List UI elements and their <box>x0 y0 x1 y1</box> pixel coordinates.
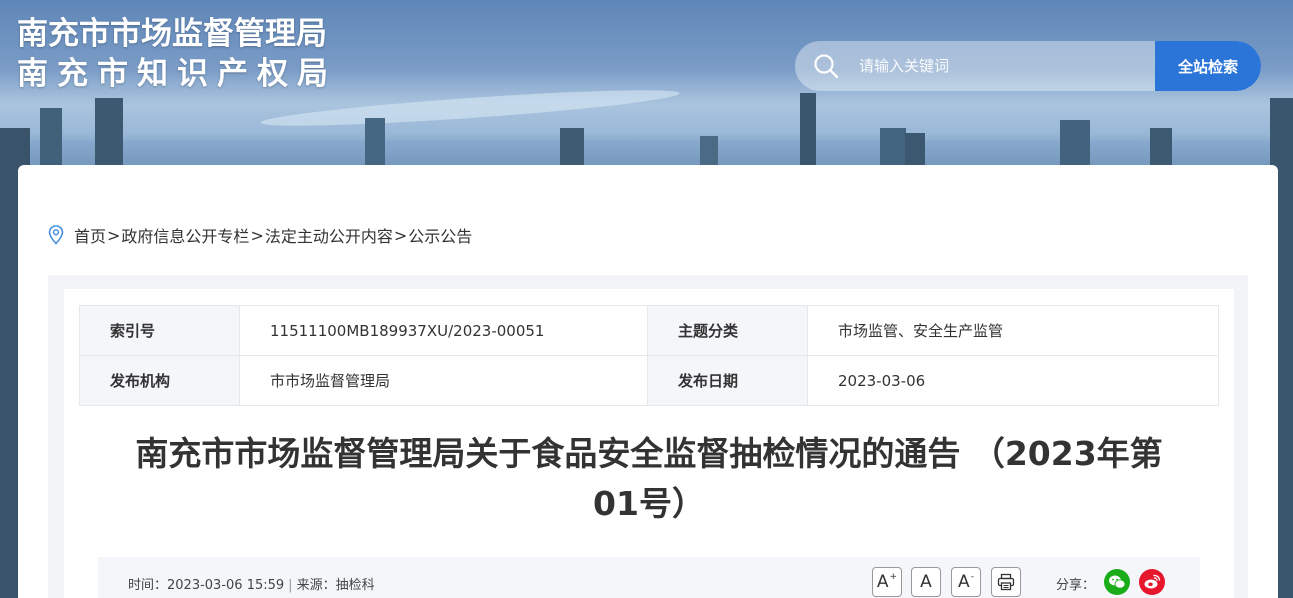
table-row: 发布机构 市市场监督管理局 发布日期 2023-03-06 <box>79 355 1219 406</box>
breadcrumb-announcements[interactable]: 公示公告 <box>408 223 472 247</box>
breadcrumb-separator: > <box>250 225 264 245</box>
search-box: 全站检索 <box>795 41 1261 91</box>
source-label: 来源： <box>296 578 336 593</box>
font-smaller-sup: - <box>970 572 974 582</box>
font-smaller-button[interactable]: A- <box>951 567 981 597</box>
meta-value-topic: 市场监管、安全生产监管 <box>807 305 1219 356</box>
font-normal-button[interactable]: A <box>911 567 941 597</box>
font-larger-sup: + <box>889 572 898 582</box>
meta-key-publish-date: 发布日期 <box>647 355 808 406</box>
site-title[interactable]: 南充市市场监督管理局 南充市知识产权局 <box>17 14 337 94</box>
publish-time: 2023-03-06 15:59 <box>167 578 285 593</box>
article-inner: 索引号 11511100MB189937XU/2023-00051 主题分类 市… <box>64 289 1234 598</box>
site-title-line1: 南充市市场监督管理局 <box>17 16 327 52</box>
article-info: 时间：2023-03-06 15:59 | 来源：抽检科 <box>128 574 375 593</box>
search-input[interactable] <box>859 41 1149 91</box>
breadcrumb-separator: > <box>107 225 121 245</box>
article-meta-table: 索引号 11511100MB189937XU/2023-00051 主题分类 市… <box>79 305 1219 406</box>
font-larger-label: A <box>876 572 889 592</box>
article-title: 南充市市场监督管理局关于食品安全监督抽检情况的通告 （2023年第01号） <box>135 434 1163 523</box>
meta-value-publish-date: 2023-03-06 <box>807 355 1219 406</box>
font-smaller-label: A <box>958 572 970 592</box>
time-label: 时间： <box>128 578 168 593</box>
site-search-button[interactable]: 全站检索 <box>1155 41 1261 91</box>
meta-value-publisher: 市市场监督管理局 <box>239 355 648 406</box>
meta-key-topic: 主题分类 <box>647 305 808 356</box>
source-value: 抽检科 <box>335 578 375 593</box>
breadcrumb-gov-info[interactable]: 政府信息公开专栏 <box>121 223 249 247</box>
weibo-share-button[interactable] <box>1139 569 1165 595</box>
breadcrumb-home[interactable]: 首页 <box>74 223 106 247</box>
print-button[interactable] <box>991 567 1021 597</box>
font-normal-label: A <box>920 572 932 592</box>
article-panel: 索引号 11511100MB189937XU/2023-00051 主题分类 市… <box>48 275 1248 598</box>
wechat-icon <box>1109 575 1126 589</box>
breadcrumb-separator: > <box>393 225 408 245</box>
content-card: 首页 > 政府信息公开专栏 > 法定主动公开内容 > 公示公告 索引号 1151… <box>18 165 1278 598</box>
location-pin-icon <box>48 225 64 245</box>
info-divider: | <box>288 578 293 593</box>
share-label: 分享： <box>1056 578 1096 593</box>
wechat-share-button[interactable] <box>1104 569 1130 595</box>
breadcrumb: 首页 > 政府信息公开专栏 > 法定主动公开内容 > 公示公告 <box>48 223 472 247</box>
printer-icon <box>997 573 1015 591</box>
table-row: 索引号 11511100MB189937XU/2023-00051 主题分类 市… <box>79 305 1219 356</box>
meta-key-publisher: 发布机构 <box>79 355 240 406</box>
site-title-line2: 南充市知识产权局 <box>17 56 337 92</box>
meta-key-index-number: 索引号 <box>79 305 240 356</box>
breadcrumb-statutory-content[interactable]: 法定主动公开内容 <box>265 223 393 247</box>
article-info-bar: 时间：2023-03-06 15:59 | 来源：抽检科 A + A A- 分享… <box>98 557 1200 598</box>
search-icon[interactable] <box>813 53 839 79</box>
weibo-icon <box>1144 574 1161 589</box>
meta-value-index-number: 11511100MB189937XU/2023-00051 <box>239 305 648 356</box>
font-larger-button[interactable]: A + <box>872 567 902 597</box>
